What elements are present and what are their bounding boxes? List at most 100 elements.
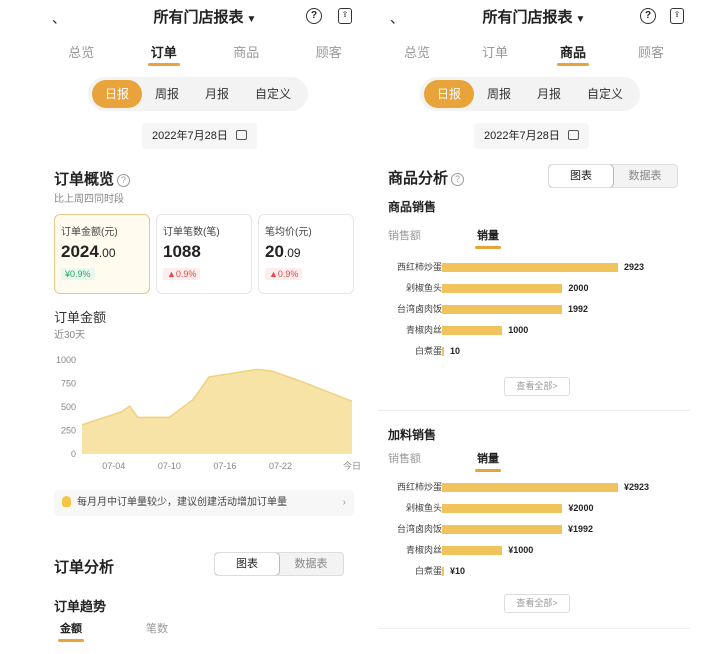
bar-label: 剁椒鱼头 (405, 283, 442, 293)
change-badge: ▲0.9% (163, 268, 201, 280)
toggle-chart[interactable]: 图表 (215, 553, 279, 575)
period-custom[interactable]: 自定义 (242, 80, 304, 108)
main-tabs: 总览 订单 商品 顾客 (40, 40, 370, 68)
date-picker[interactable]: 2022年7月28日 (142, 123, 257, 149)
date-text: 2022年7月28日 (484, 130, 560, 142)
subtab-amount[interactable]: 金额 (58, 620, 84, 642)
tab-orders[interactable]: 订单 (123, 40, 206, 68)
subtab-sales-volume[interactable]: 销量 (475, 227, 501, 249)
calendar-icon (235, 130, 247, 140)
overview-title-text: 订单概览 (54, 171, 115, 188)
period-selector: 日报 周报 月报 自定义 (88, 77, 309, 111)
bar-label: 西红柿炒蛋 (396, 482, 442, 492)
tab-orders[interactable]: 订单 (456, 40, 534, 68)
help-icon[interactable]: ? (640, 8, 656, 24)
subtab-sales-amount[interactable]: 销售额 (388, 227, 421, 243)
metric-value-decimal: .00 (98, 246, 116, 260)
amount-subtitle: 近30天 (54, 330, 86, 341)
product-report-screen: 、 所有门店报表 ▼ ? ⇪ 总览 订单 商品 顾客 日报 周报 月报 自定义 2… (378, 0, 690, 654)
metric-value: 20.09 (265, 242, 347, 262)
toggle-table[interactable]: 数据表 (613, 165, 677, 187)
bar-row: 白煮蛋 10 (378, 344, 690, 358)
x-tick-label: 07-04 (102, 461, 125, 471)
tab-customers[interactable]: 顾客 (288, 40, 371, 68)
bar-value: 1000 (508, 325, 529, 335)
caret-down-icon: ▼ (246, 14, 257, 25)
metric-value-decimal: .09 (283, 246, 301, 260)
view-toggle: 图表 数据表 (548, 164, 678, 188)
bar-value: 2000 (568, 283, 589, 293)
view-all-button[interactable]: 查看全部> (504, 594, 570, 613)
page-title: 所有门店报表 (482, 9, 573, 26)
bar-value: 2923 (624, 262, 645, 272)
question-icon[interactable]: ? (117, 174, 131, 187)
period-monthly[interactable]: 月报 (524, 80, 574, 108)
bar-label: 青椒肉丝 (405, 545, 442, 555)
toggle-table[interactable]: 数据表 (279, 553, 343, 575)
bar (442, 546, 503, 555)
calendar-icon (567, 130, 579, 140)
bar-label: 西红柿炒蛋 (396, 262, 442, 272)
y-tick-label: 0 (71, 449, 76, 459)
period-custom[interactable]: 自定义 (574, 80, 636, 108)
metric-value-main: 1088 (163, 242, 201, 261)
trend-subtabs: 金额 笔数 (58, 620, 168, 642)
bar-row: 台湾卤肉饭 1992 (378, 302, 690, 316)
view-all-button[interactable]: 查看全部> (504, 377, 570, 396)
toggle-chart[interactable]: 图表 (549, 165, 613, 187)
help-icon[interactable]: ? (306, 8, 322, 24)
view-toggle: 图表 数据表 (214, 552, 344, 576)
addon-subtabs: 销售额 销量 (388, 450, 501, 472)
tab-customers[interactable]: 顾客 (612, 40, 690, 68)
overview-title: 订单概览? (54, 168, 131, 189)
product-sales-chart: 西红柿炒蛋 2923 剁椒鱼头 2000 台湾卤肉饭 1992 青椒肉丝 1000 白煮蛋 10 (378, 260, 690, 360)
subtab-addon-volume[interactable]: 销量 (475, 450, 501, 472)
bar-value: ¥1000 (508, 545, 534, 555)
bar (442, 525, 562, 534)
bar-value: ¥10 (450, 566, 466, 576)
order-analysis-title: 订单分析 (54, 559, 115, 576)
addon-sales-title: 加料销售 (388, 428, 437, 442)
bar-value: 1992 (567, 304, 588, 314)
amount-chart: 0 250 500 750 1000 07-04 07-10 07-16 07-22 今日 (40, 352, 370, 477)
x-tick-label: 今日 (343, 460, 361, 471)
bar-row: 青椒肉丝 1000 (378, 323, 690, 337)
main-tabs: 总览 订单 商品 顾客 (378, 40, 690, 68)
period-weekly[interactable]: 周报 (474, 80, 524, 108)
tab-overview[interactable]: 总览 (40, 40, 123, 68)
bar-value: ¥2000 (568, 503, 594, 513)
product-sales-title: 商品销售 (388, 200, 437, 214)
date-picker[interactable]: 2022年7月28日 (474, 123, 589, 149)
question-icon[interactable]: ? (451, 173, 465, 186)
bar (442, 567, 444, 576)
period-monthly[interactable]: 月报 (192, 80, 242, 108)
share-icon[interactable]: ⇪ (338, 8, 352, 24)
metric-card-avg[interactable]: 笔均价(元) 20.09 ▲0.9% (258, 214, 354, 294)
tab-products[interactable]: 商品 (205, 40, 288, 68)
divider (378, 628, 690, 629)
bar (442, 284, 563, 293)
period-daily[interactable]: 日报 (92, 80, 143, 108)
period-daily[interactable]: 日报 (424, 80, 475, 108)
metric-card-count[interactable]: 订单笔数(笔) 1088 ▲0.9% (156, 214, 252, 294)
x-tick-label: 07-10 (158, 461, 181, 471)
share-icon[interactable]: ⇪ (670, 8, 684, 24)
tip-banner[interactable]: 每月月中订单量较少，建议创建活动增加订单量 › (54, 490, 354, 516)
subtab-count[interactable]: 笔数 (146, 620, 168, 636)
subtab-addon-amount[interactable]: 销售额 (388, 450, 421, 466)
bar-value: ¥1992 (567, 524, 593, 534)
bar (442, 305, 562, 314)
metric-card-amount[interactable]: 订单金额(元) 2024.00 ¥0.9% (54, 214, 150, 294)
product-analysis-title: 商品分析? (388, 167, 465, 188)
bar-row: 台湾卤肉饭 ¥1992 (378, 522, 690, 536)
y-tick-label: 750 (61, 379, 76, 389)
bar-label: 台湾卤肉饭 (396, 304, 442, 314)
tab-products[interactable]: 商品 (534, 40, 612, 68)
bar-row: 青椒肉丝 ¥1000 (378, 543, 690, 557)
caret-down-icon: ▼ (575, 14, 586, 25)
y-tick-label: 500 (61, 402, 76, 412)
bar-value: 10 (450, 346, 461, 356)
tab-overview[interactable]: 总览 (378, 40, 456, 68)
overview-subtitle: 比上周四同时段 (54, 194, 124, 205)
period-weekly[interactable]: 周报 (142, 80, 192, 108)
